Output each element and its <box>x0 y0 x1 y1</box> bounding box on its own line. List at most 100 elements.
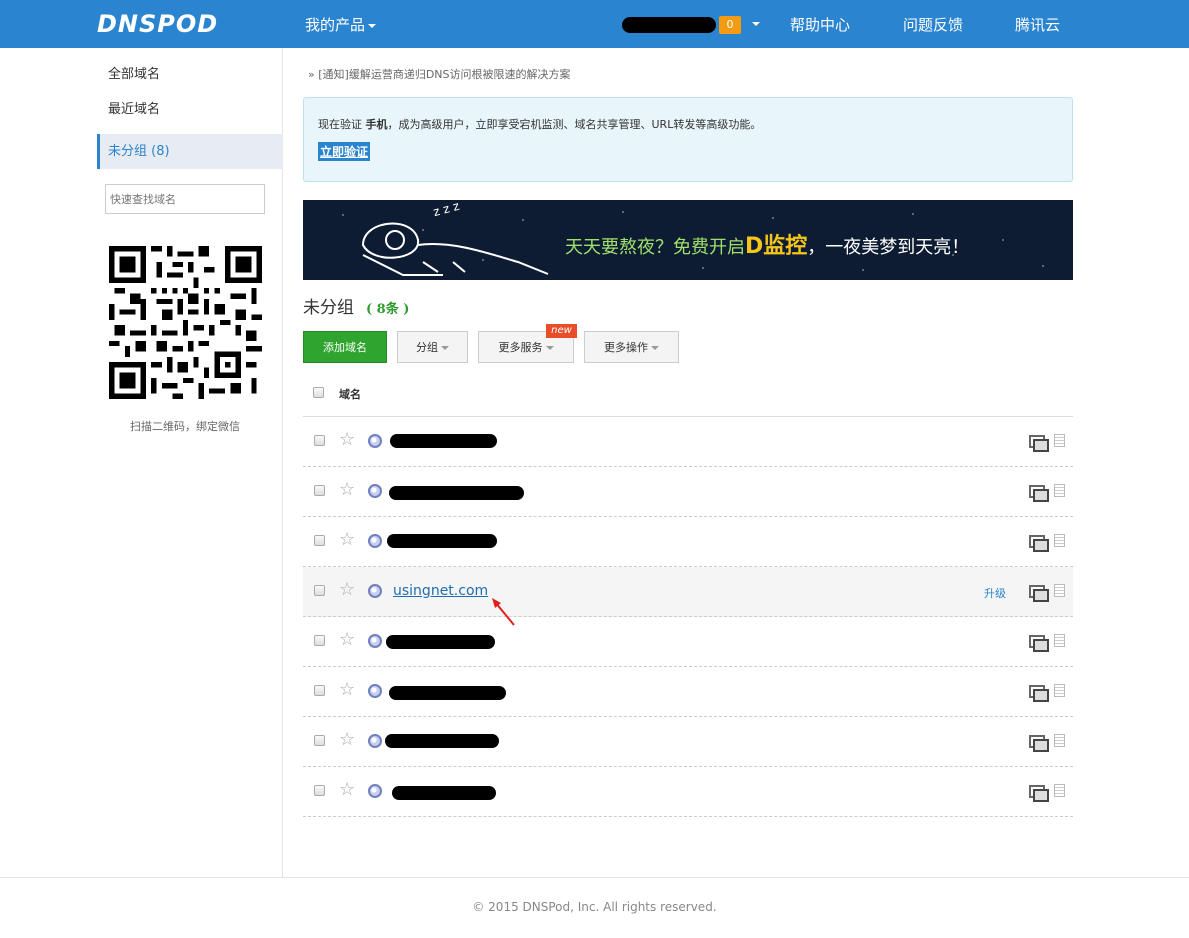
domain-search-input[interactable] <box>105 184 265 214</box>
note-icon[interactable] <box>1054 484 1065 497</box>
star-icon[interactable]: ☆ <box>339 631 355 649</box>
redacted-domain[interactable] <box>389 686 506 700</box>
red-arrow-annotation-icon <box>492 598 515 626</box>
table-row[interactable]: ☆ <box>303 517 1073 567</box>
records-icon[interactable] <box>1029 635 1049 652</box>
star-icon[interactable]: ☆ <box>339 581 355 599</box>
chevron-down-icon <box>441 346 449 350</box>
records-icon[interactable] <box>1029 735 1049 752</box>
verify-message: 现在验证 手机，成为高级用户，立即享受宕机监测、域名共享管理、URL转发等高级功… <box>318 116 761 132</box>
globe-icon <box>368 584 382 598</box>
top-nav-bar: DNSPOD 我的产品 0 帮助中心 问题反馈 腾讯云 <box>0 0 1189 48</box>
redacted-domain[interactable] <box>392 786 496 800</box>
wechat-qr-code <box>109 246 262 399</box>
table-header: 域名 <box>303 376 1073 417</box>
domain-column-header: 域名 <box>339 388 361 401</box>
upgrade-link[interactable]: 升级 <box>984 585 1006 601</box>
star-icon[interactable]: ☆ <box>339 481 355 499</box>
redacted-username[interactable] <box>622 17 716 33</box>
row-checkbox[interactable] <box>314 785 325 796</box>
table-row[interactable]: ☆ <box>303 417 1073 467</box>
table-row[interactable]: ☆ <box>303 717 1073 767</box>
star-icon[interactable]: ☆ <box>339 681 355 699</box>
note-icon[interactable] <box>1054 784 1065 797</box>
row-checkbox[interactable] <box>314 435 325 446</box>
star-icon[interactable]: ☆ <box>339 431 355 449</box>
redacted-domain[interactable] <box>387 534 497 548</box>
note-icon[interactable] <box>1054 734 1065 747</box>
group-title: 未分组 <box>303 298 354 318</box>
more-services-label: 更多服务 <box>498 341 543 354</box>
globe-icon <box>368 734 382 748</box>
records-icon[interactable] <box>1029 585 1049 602</box>
records-icon[interactable] <box>1029 435 1049 452</box>
feedback-link[interactable]: 问题反馈 <box>903 14 963 35</box>
chevron-down-icon <box>368 23 377 28</box>
message-count-badge[interactable]: 0 <box>719 16 741 34</box>
domain-link[interactable]: usingnet.com <box>393 583 488 599</box>
note-icon[interactable] <box>1054 584 1065 597</box>
row-checkbox[interactable] <box>314 585 325 596</box>
add-domain-button[interactable]: 添加域名 <box>303 331 387 363</box>
row-checkbox[interactable] <box>314 685 325 696</box>
banner-slogan: 天天要熬夜？免费开启D监控，一夜美梦到天亮！ <box>565 228 969 260</box>
table-row[interactable]: ☆ usingnet.com 升级 <box>303 567 1073 617</box>
note-icon[interactable] <box>1054 634 1065 647</box>
user-menu-chevron-down-icon[interactable] <box>752 22 760 26</box>
more-actions-label: 更多操作 <box>604 341 648 354</box>
globe-icon <box>368 484 382 498</box>
help-center-link[interactable]: 帮助中心 <box>790 14 850 35</box>
new-badge: new <box>546 324 577 338</box>
table-row[interactable]: ☆ <box>303 767 1073 817</box>
records-icon[interactable] <box>1029 535 1049 552</box>
notice-link[interactable]: » [通知]缓解运营商递归DNS访问根被限速的解决方案 <box>308 66 571 82</box>
chevron-down-icon <box>545 346 554 350</box>
note-icon[interactable] <box>1054 684 1065 697</box>
note-icon[interactable] <box>1054 534 1065 547</box>
notice-prefix: » <box>308 68 315 81</box>
redacted-domain[interactable] <box>385 734 499 748</box>
globe-icon <box>368 784 382 798</box>
sidebar-item-ungrouped[interactable]: 未分组 (8) <box>97 134 283 169</box>
note-icon[interactable] <box>1054 434 1065 447</box>
row-checkbox[interactable] <box>314 635 325 646</box>
dnspod-logo[interactable]: DNSPOD <box>97 10 218 38</box>
globe-icon <box>368 634 382 648</box>
star-icon[interactable]: ☆ <box>339 781 355 799</box>
redacted-domain[interactable] <box>389 486 524 500</box>
footer-divider <box>0 877 1189 878</box>
globe-icon <box>368 534 382 548</box>
more-actions-dropdown-button[interactable]: 更多操作 <box>584 331 679 363</box>
tencent-cloud-link[interactable]: 腾讯云 <box>1015 14 1060 35</box>
table-row[interactable]: ☆ <box>303 467 1073 517</box>
row-checkbox[interactable] <box>314 735 325 746</box>
records-icon[interactable] <box>1029 785 1049 802</box>
verify-now-button[interactable]: 立即验证 <box>318 142 371 161</box>
globe-icon <box>368 434 382 448</box>
table-row[interactable]: ☆ <box>303 667 1073 717</box>
row-checkbox[interactable] <box>314 485 325 496</box>
table-row[interactable]: ☆ <box>303 617 1073 667</box>
row-checkbox[interactable] <box>314 535 325 546</box>
sidebar-item-recent-domains[interactable]: 最近域名 <box>97 92 283 127</box>
my-products-menu[interactable]: 我的产品 <box>305 14 377 35</box>
my-products-label: 我的产品 <box>305 16 366 34</box>
verify-phone-alert: 现在验证 手机，成为高级用户，立即享受宕机监测、域名共享管理、URL转发等高级功… <box>303 97 1073 182</box>
banner-text-highlight: D监控 <box>745 234 808 259</box>
sidebar: 全部域名 最近域名 未分组 (8) 扫描二维码，绑定微信 <box>97 48 283 877</box>
star-icon[interactable]: ☆ <box>339 531 355 549</box>
records-icon[interactable] <box>1029 485 1049 502</box>
group-count: ( 8条 ) <box>366 302 410 317</box>
notice-text: [通知]缓解运营商递归DNS访问根被限速的解决方案 <box>318 68 571 81</box>
banner-text-part2: ，一夜美梦到天亮！ <box>807 237 970 258</box>
redacted-domain[interactable] <box>390 434 497 448</box>
star-icon[interactable]: ☆ <box>339 731 355 749</box>
select-all-checkbox[interactable] <box>313 387 324 398</box>
records-icon[interactable] <box>1029 685 1049 702</box>
redacted-domain[interactable] <box>386 635 495 649</box>
group-dropdown-button[interactable]: 分组 <box>397 331 468 363</box>
footer-copyright: © 2015 DNSPod, Inc. All rights reserved. <box>472 900 717 914</box>
sidebar-item-all-domains[interactable]: 全部域名 <box>97 57 283 92</box>
d-monitor-promo-banner[interactable]: z z z 天天要熬夜？免费开启D监控，一夜美梦到天亮！ <box>303 200 1073 280</box>
globe-icon <box>368 684 382 698</box>
